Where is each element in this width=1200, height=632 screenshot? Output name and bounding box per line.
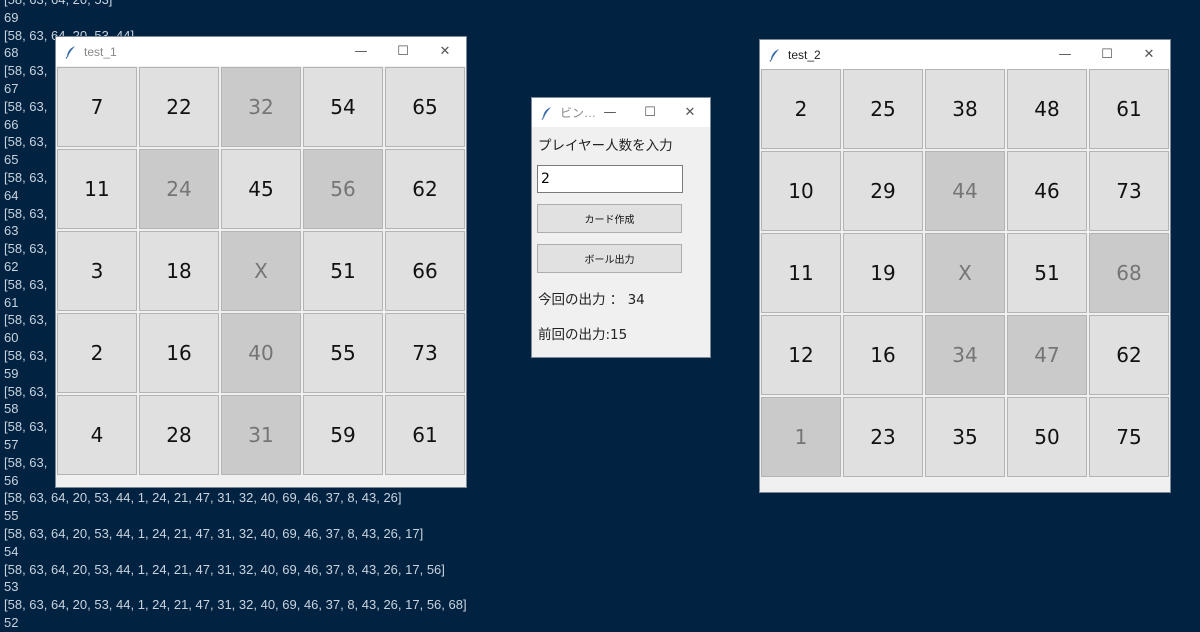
console-line: 55	[4, 508, 19, 524]
bingo-cell[interactable]: 62	[385, 149, 465, 229]
maximize-button[interactable]: ☐	[382, 37, 424, 66]
bingo-cell[interactable]: 11	[57, 149, 137, 229]
bingo-cell-hit[interactable]: 68	[1089, 233, 1169, 313]
maximize-button[interactable]: ☐	[630, 98, 670, 127]
bingo-cell[interactable]: 48	[1007, 69, 1087, 149]
bingo-cell[interactable]: 10	[761, 151, 841, 231]
bingo-cell-hit[interactable]: 56	[303, 149, 383, 229]
bingo-cell-hit[interactable]: 31	[221, 395, 301, 475]
player-count-input[interactable]	[537, 165, 683, 193]
bingo-cell[interactable]: 3	[57, 231, 137, 311]
feather-icon	[65, 45, 75, 59]
bingo-cell[interactable]: 18	[139, 231, 219, 311]
bingo-cell[interactable]: 75	[1089, 397, 1169, 477]
title-bar[interactable]: test_2 — ☐ ✕	[760, 40, 1170, 69]
bingo-cell[interactable]: 11	[761, 233, 841, 313]
console-line: 52	[4, 614, 19, 630]
title-bar[interactable]: ビン… — ☐ ✕	[532, 98, 710, 127]
bingo-cell[interactable]: 38	[925, 69, 1005, 149]
bingo-cell[interactable]: 7	[57, 67, 137, 147]
maximize-button[interactable]: ☐	[1086, 40, 1128, 69]
bingo-cell[interactable]: 29	[843, 151, 923, 231]
window-title: test_2	[788, 47, 821, 62]
bingo-cell[interactable]: 54	[303, 67, 383, 147]
minimize-button[interactable]: —	[340, 37, 382, 66]
bingo-cell[interactable]: 59	[303, 395, 383, 475]
title-bar[interactable]: test_1 — ☐ ✕	[56, 37, 466, 66]
bingo-cell[interactable]: 51	[1007, 233, 1087, 313]
bingo-cell[interactable]: 62	[1089, 315, 1169, 395]
bingo-cell[interactable]: 19	[843, 233, 923, 313]
player-count-label: プレイヤー人数を入力	[538, 138, 673, 154]
close-button[interactable]: ✕	[424, 37, 466, 66]
bingo-cell-hit[interactable]: 1	[761, 397, 841, 477]
bingo-window-test-2: test_2 — ☐ ✕ 2 25 38 48 61 10 29 44 46 73 11 19 X 51 6…	[760, 40, 1170, 492]
bingo-cell-hit[interactable]: X	[925, 233, 1005, 313]
bingo-cell[interactable]: 61	[385, 395, 465, 475]
current-output-label: 今回の出力 ： 34	[538, 292, 645, 308]
bingo-cell[interactable]: 25	[843, 69, 923, 149]
bingo-cell[interactable]: 66	[385, 231, 465, 311]
bingo-cell[interactable]: 2	[57, 313, 137, 393]
console-line: 69	[4, 9, 19, 25]
console-line: [58, 63, 64, 20, 53, 44, 1, 24, 21, 47, …	[4, 561, 445, 577]
bingo-cell[interactable]: 55	[303, 313, 383, 393]
bingo-cell[interactable]: 50	[1007, 397, 1087, 477]
close-button[interactable]: ✕	[1128, 40, 1170, 69]
bingo-cell[interactable]: 45	[221, 149, 301, 229]
previous-output-label: 前回の出力:15	[538, 327, 628, 343]
bingo-cell[interactable]: 51	[303, 231, 383, 311]
console-line: 54	[4, 543, 19, 559]
console-line: 53	[4, 579, 19, 595]
bingo-cell[interactable]: 23	[843, 397, 923, 477]
create-card-button[interactable]: カード作成	[537, 204, 682, 233]
bingo-cell-hit[interactable]: 34	[925, 315, 1005, 395]
bingo-cell-hit[interactable]: 32	[221, 67, 301, 147]
bingo-cell-hit[interactable]: 24	[139, 149, 219, 229]
ball-output-button[interactable]: ボール出力	[537, 244, 682, 273]
bingo-cell[interactable]: 2	[761, 69, 841, 149]
bingo-cell-hit[interactable]: 44	[925, 151, 1005, 231]
console-line: [58, 63, 64, 20, 53, 44, 1, 24, 21, 47, …	[4, 597, 467, 613]
console-line: [58, 63, 64, 20, 53]	[4, 0, 1200, 9]
bingo-cell[interactable]: 12	[761, 315, 841, 395]
bingo-window-test-1: test_1 — ☐ ✕ 7 22 32 54 65 11 24 45 56 62 3 18 X 51 66…	[56, 37, 466, 487]
bingo-cell-hit[interactable]: X	[221, 231, 301, 311]
bingo-control-window: ビン… — ☐ ✕ プレイヤー人数を入力 カード作成 ボール出力 今回の出力 ：…	[532, 98, 710, 357]
bingo-cell[interactable]: 16	[139, 313, 219, 393]
console-line: [58, 63, 64, 20, 53, 44, 1, 24, 21, 47, …	[4, 525, 424, 541]
feather-icon	[541, 106, 551, 120]
bingo-cell[interactable]: 35	[925, 397, 1005, 477]
bingo-cell[interactable]: 73	[385, 313, 465, 393]
bingo-cell-hit[interactable]: 40	[221, 313, 301, 393]
bingo-cell-hit[interactable]: 47	[1007, 315, 1087, 395]
feather-icon	[769, 48, 779, 62]
window-title: test_1	[84, 44, 117, 59]
bingo-cell[interactable]: 22	[139, 67, 219, 147]
bingo-cell[interactable]: 4	[57, 395, 137, 475]
bingo-cell[interactable]: 28	[139, 395, 219, 475]
close-button[interactable]: ✕	[670, 98, 710, 127]
bingo-card-grid: 2 25 38 48 61 10 29 44 46 73 11 19 X 51 68 12 16 34 47 62 1 2…	[761, 69, 1169, 477]
bingo-cell[interactable]: 61	[1089, 69, 1169, 149]
bingo-cell[interactable]: 73	[1089, 151, 1169, 231]
bingo-cell[interactable]: 65	[385, 67, 465, 147]
minimize-button[interactable]: —	[1044, 40, 1086, 69]
bingo-cell[interactable]: 46	[1007, 151, 1087, 231]
minimize-button[interactable]: —	[590, 98, 630, 127]
bingo-card-grid: 7 22 32 54 65 11 24 45 56 62 3 18 X 51 66 2 16 40 55 73 4 28 3…	[57, 67, 465, 475]
bingo-cell[interactable]: 16	[843, 315, 923, 395]
